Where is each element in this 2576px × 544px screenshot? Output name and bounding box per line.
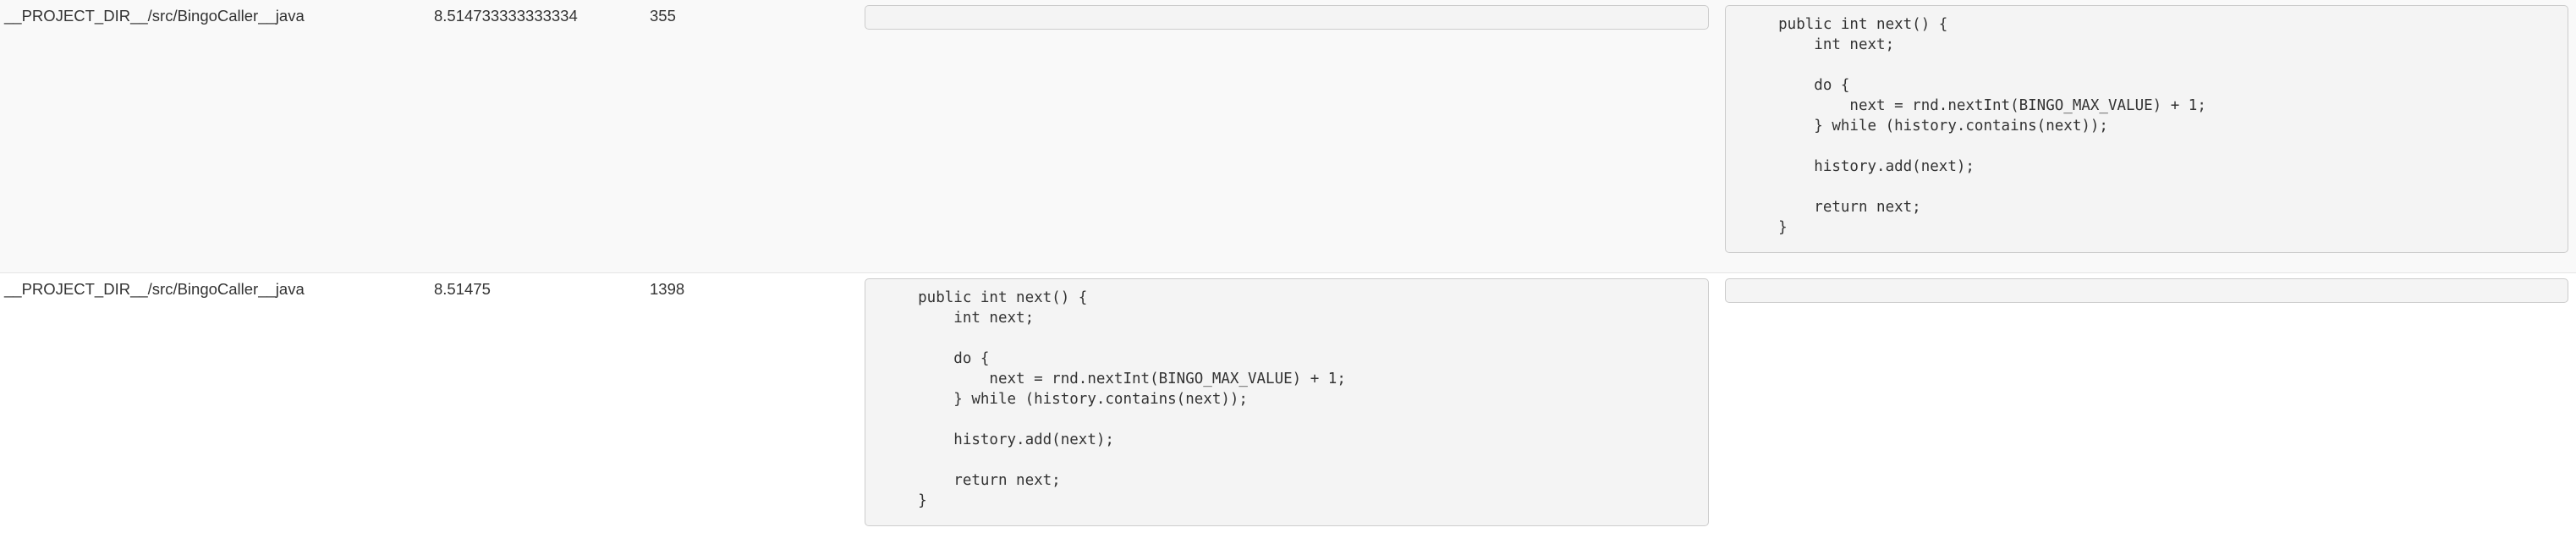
file-path-cell: __PROJECT_DIR__/src/BingoCaller__java [4,280,305,298]
results-table: __PROJECT_DIR__/src/BingoCaller__java 8.… [0,0,2576,544]
file-path-cell: __PROJECT_DIR__/src/BingoCaller__java [4,7,305,25]
table-row: __PROJECT_DIR__/src/BingoCaller__java 8.… [0,273,2576,544]
score-cell: 8.514733333333334 [434,7,578,25]
line-number-cell: 355 [650,7,676,25]
code-block-left[interactable]: public int next() { int next; do { next … [865,278,1709,526]
table-row: __PROJECT_DIR__/src/BingoCaller__java 8.… [0,0,2576,273]
code-block-left[interactable] [865,5,1709,30]
code-block-right[interactable] [1725,278,2568,303]
line-number-cell: 1398 [650,280,685,298]
code-block-right[interactable]: public int next() { int next; do { next … [1725,5,2568,253]
score-cell: 8.51475 [434,280,491,298]
